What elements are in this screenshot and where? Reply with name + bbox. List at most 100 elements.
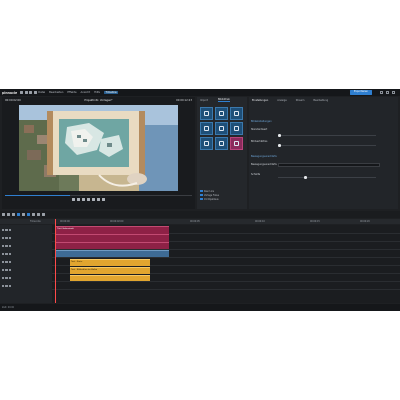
- timeline-clip-text-1[interactable]: Text - Karte: [70, 259, 150, 266]
- step-forward-icon[interactable]: [87, 198, 90, 201]
- eye-icon[interactable]: [5, 244, 8, 248]
- snap-icon[interactable]: [17, 213, 20, 216]
- slider-knob[interactable]: [304, 176, 307, 179]
- track-header[interactable]: [2, 228, 12, 232]
- eye-icon[interactable]: [5, 236, 8, 240]
- zoom-in-icon[interactable]: [42, 213, 45, 216]
- library-tile-media[interactable]: [215, 107, 228, 120]
- menu-effects[interactable]: Effekte: [67, 91, 76, 94]
- timeline-clip-title-3[interactable]: [56, 242, 169, 249]
- track-header[interactable]: [2, 268, 12, 272]
- timeline-clip-text-3[interactable]: [70, 275, 150, 281]
- speaker-icon[interactable]: [8, 236, 12, 240]
- track-header[interactable]: [2, 252, 12, 256]
- tab-editing[interactable]: Bearbeitung: [313, 99, 328, 102]
- trim-tool-icon[interactable]: [12, 213, 15, 216]
- menu-file[interactable]: Datei: [38, 91, 45, 94]
- default-slider[interactable]: [278, 134, 376, 137]
- sharpness-slider[interactable]: [278, 176, 376, 179]
- library-tile-templates[interactable]: [215, 137, 228, 150]
- lock-icon[interactable]: [2, 236, 5, 240]
- tab-import[interactable]: Import: [200, 99, 208, 102]
- track-header[interactable]: [2, 284, 12, 288]
- timeline-clip-video[interactable]: [56, 250, 169, 257]
- lock-icon[interactable]: [2, 284, 5, 288]
- tab-library[interactable]: Bibliothek: [217, 98, 230, 102]
- title-icon: [204, 111, 209, 116]
- eye-icon[interactable]: [5, 260, 8, 264]
- audio-mixer-icon[interactable]: [32, 213, 35, 216]
- track-header[interactable]: [2, 236, 12, 240]
- aspect-slider[interactable]: [278, 144, 376, 147]
- lock-icon[interactable]: [2, 260, 5, 264]
- close-icon[interactable]: [392, 90, 395, 94]
- speaker-icon[interactable]: [8, 260, 12, 264]
- menu-help[interactable]: Hilfe: [94, 91, 100, 94]
- library-tile-music[interactable]: [200, 137, 213, 150]
- select-tool-icon[interactable]: [2, 213, 5, 216]
- menu-timeline-active[interactable]: Timeline: [104, 91, 119, 94]
- scrub-bar[interactable]: [5, 195, 192, 196]
- tab-stream[interactable]: Stream: [296, 99, 305, 102]
- tab-settings[interactable]: Einstellungen: [252, 99, 268, 102]
- lock-icon[interactable]: [2, 228, 5, 232]
- motion-blur-field[interactable]: [278, 163, 380, 167]
- list-item[interactable]: 01 Objektaus: [198, 197, 246, 201]
- open-folder-icon[interactable]: [24, 91, 28, 94]
- volume-icon[interactable]: [102, 198, 105, 201]
- marker-icon[interactable]: [22, 213, 25, 216]
- eye-icon[interactable]: [5, 228, 8, 232]
- zoom-out-icon[interactable]: [37, 213, 40, 216]
- library-tile-motion[interactable]: [230, 122, 243, 135]
- track-header[interactable]: [2, 260, 12, 264]
- library-tile-effects[interactable]: [230, 107, 243, 120]
- play-icon[interactable]: [82, 198, 85, 201]
- track-header[interactable]: [2, 276, 12, 280]
- eye-icon[interactable]: [5, 268, 8, 272]
- settings-tabs: Einstellungen Anzeige Stream Bearbeitung: [249, 97, 398, 103]
- loop-icon[interactable]: [97, 198, 100, 201]
- settings-section-motion: Bewegungsunschärfe: [251, 155, 396, 158]
- maximize-icon[interactable]: [386, 90, 389, 94]
- menu-view[interactable]: Ansicht: [81, 91, 91, 94]
- timeline-clip-text-2[interactable]: Text - Bildschirm im Hafen: [70, 267, 150, 274]
- library-tile-titles[interactable]: [200, 107, 213, 120]
- timeline-clip-title-1[interactable]: Titel: Hafenstadt: [56, 226, 169, 234]
- video-preview[interactable]: [19, 105, 178, 191]
- speaker-icon[interactable]: [8, 284, 12, 288]
- library-tile-graphics[interactable]: [230, 137, 243, 150]
- lock-icon[interactable]: [2, 244, 5, 248]
- magnet-icon[interactable]: [27, 213, 30, 216]
- lock-icon[interactable]: [2, 252, 5, 256]
- speaker-icon[interactable]: [8, 244, 12, 248]
- track-header[interactable]: [2, 244, 12, 248]
- slider-knob[interactable]: [278, 144, 281, 147]
- speaker-icon[interactable]: [8, 228, 12, 232]
- skip-forward-icon[interactable]: [92, 198, 95, 201]
- export-button[interactable]: Exportieren: [350, 90, 372, 95]
- library-tile-audio[interactable]: [215, 122, 228, 135]
- eye-icon[interactable]: [5, 276, 8, 280]
- motion-icon: [234, 126, 239, 131]
- lock-icon[interactable]: [2, 276, 5, 280]
- timeline-playhead[interactable]: [55, 219, 56, 303]
- eye-icon[interactable]: [5, 252, 8, 256]
- step-back-icon[interactable]: [77, 198, 80, 201]
- timeline-clip-title-2[interactable]: [56, 234, 169, 242]
- minimize-icon[interactable]: [380, 90, 383, 94]
- undo-icon[interactable]: [33, 91, 37, 94]
- lock-icon[interactable]: [2, 268, 5, 272]
- menu-edit[interactable]: Bearbeiten: [49, 91, 63, 94]
- speaker-icon[interactable]: [8, 276, 12, 280]
- tab-display[interactable]: Anzeige: [277, 99, 287, 102]
- eye-icon[interactable]: [5, 284, 8, 288]
- speaker-icon[interactable]: [8, 252, 12, 256]
- timeline-ruler[interactable]: Timecode 00:00:00 00:00:02:00 00:00:05 0…: [0, 219, 400, 224]
- razor-tool-icon[interactable]: [7, 213, 10, 216]
- slider-knob[interactable]: [278, 134, 281, 137]
- speaker-icon[interactable]: [8, 268, 12, 272]
- library-tile-transitions[interactable]: [200, 122, 213, 135]
- skip-back-icon[interactable]: [72, 198, 75, 201]
- save-icon[interactable]: [29, 91, 33, 94]
- new-file-icon[interactable]: [20, 91, 24, 94]
